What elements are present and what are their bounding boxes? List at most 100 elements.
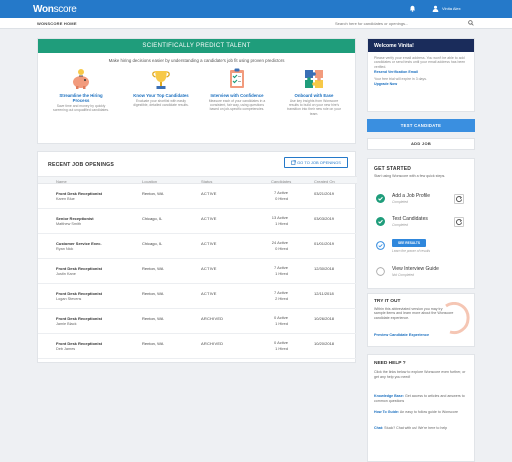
step-status: Not Completed: [392, 273, 414, 277]
feature-title: Streamline the Hiring Process: [59, 93, 103, 103]
table-row[interactable]: Front Desk Receptionist Justin Kane Renton…: [38, 260, 357, 284]
job-location: Renton, WA: [142, 316, 164, 321]
empty-circle-icon: [376, 267, 385, 276]
search-input[interactable]: [335, 20, 477, 27]
help-item-knowledge-base[interactable]: Knowledge Base: Get access to articles a…: [374, 394, 470, 403]
help-item-chat[interactable]: Chat: Stuck? Chat with us! We're here to…: [374, 426, 470, 431]
job-status: ACTIVE: [201, 266, 217, 271]
upgrade-now-link[interactable]: Upgrade Now: [368, 81, 474, 86]
active-count: 7 Active: [273, 290, 288, 295]
hired-count: 0 Hired: [275, 196, 288, 201]
job-status: ACTIVE: [201, 191, 217, 196]
feature-desc: Evaluate your shortlist with easily dige…: [133, 99, 189, 108]
top-nav-bar: Wonscore Vinita Alex: [0, 0, 512, 18]
help-item-how-to-guide[interactable]: How To Guide: An easy to follow guide to…: [374, 410, 470, 415]
help-link-label[interactable]: Knowledge Base:: [374, 394, 404, 398]
bell-icon[interactable]: [409, 5, 416, 12]
recent-job-openings-card: RECENT JOB OPENINGS GO TO JOB OPENINGS N…: [37, 151, 357, 363]
see-results-button[interactable]: SEE RESULTS: [392, 239, 426, 247]
job-location: Renton, WA: [142, 291, 164, 296]
progress-circle-icon: [376, 241, 385, 250]
table-row[interactable]: Customer Service Exec. Ryan Nick Chicago, …: [38, 235, 357, 259]
hired-count: 1 Hired: [275, 271, 288, 276]
job-owner: Jamie Black: [56, 322, 77, 326]
test-candidate-button[interactable]: TEST CANDIDATE: [367, 119, 475, 132]
active-count: 13 Active: [271, 215, 288, 220]
table-row[interactable]: Senior Receptionist Matthew Smith Chicago,…: [38, 210, 357, 234]
go-to-job-openings-button[interactable]: GO TO JOB OPENINGS: [284, 157, 348, 168]
step-title[interactable]: Test Candidates: [392, 216, 428, 222]
active-count: 7 Active: [273, 265, 288, 270]
refresh-button[interactable]: [454, 217, 464, 227]
step-status: Completed: [392, 223, 408, 227]
job-owner: Ryan Nick: [56, 247, 74, 251]
created-on: 10/26/2018: [314, 316, 335, 321]
check-circle-icon: [376, 194, 385, 203]
hired-count: 1 Hired: [275, 221, 288, 226]
piggy-bank-icon: [73, 69, 89, 89]
job-location: Renton, WA: [142, 266, 164, 271]
column-header[interactable]: Status: [201, 179, 212, 184]
preview-candidate-experience-link[interactable]: Preview Candidate Experience: [374, 333, 429, 337]
column-header[interactable]: Location: [142, 179, 157, 184]
verify-email-text: Please verify your email address. You wo…: [374, 56, 466, 69]
active-count: 24 Active: [271, 240, 288, 245]
hired-count: 2 Hired: [275, 296, 288, 301]
job-title[interactable]: Front Desk Receptionist: [56, 291, 102, 296]
jobs-heading: RECENT JOB OPENINGS: [48, 162, 115, 168]
go-button-label: GO TO JOB OPENINGS: [297, 160, 341, 165]
user-icon[interactable]: [432, 5, 439, 12]
step-add-job-profile: Add a Job Profile Completed: [374, 190, 472, 212]
job-title[interactable]: Front Desk Receptionist: [56, 266, 102, 271]
step-status: Completed: [392, 200, 408, 204]
feature-interview: Interview with Confidence Measure each o…: [208, 67, 266, 112]
feature-desc: Measure each of your candidates in a con…: [208, 99, 266, 112]
refresh-button[interactable]: [454, 194, 464, 204]
feature-desc: Use key insights from Wonscore results t…: [287, 99, 341, 116]
external-link-icon: [291, 159, 296, 165]
table-row[interactable]: Front Desk Receptionist Karen Blue Renton,…: [38, 185, 357, 209]
column-header[interactable]: Candidates: [271, 179, 291, 184]
job-title[interactable]: Front Desk Receptionist: [56, 316, 102, 321]
refresh-icon: [455, 219, 463, 226]
job-title[interactable]: Senior Receptionist: [56, 216, 94, 221]
job-title[interactable]: Front Desk Receptionist: [56, 191, 102, 196]
help-link-label[interactable]: Chat:: [374, 426, 383, 430]
job-location: Chicago, IL: [142, 216, 163, 221]
get-started-card: GET STARTED Start using Wonscore with a …: [367, 158, 475, 289]
search-icon[interactable]: [468, 20, 474, 26]
get-started-desc: Start using Wonscore with a few quick st…: [374, 174, 446, 178]
need-help-heading: NEED HELP ?: [374, 361, 406, 366]
need-help-card: NEED HELP ? Click the links below to exp…: [367, 354, 475, 462]
table-row[interactable]: Front Desk Receptionist Jamie Black Renton…: [38, 310, 357, 334]
column-header[interactable]: Name: [56, 179, 67, 184]
feature-streamline: Streamline the Hiring Process Save time …: [52, 67, 110, 112]
add-job-button[interactable]: ADD JOB: [367, 138, 475, 150]
breadcrumb-home[interactable]: WONSCORE HOME: [37, 21, 77, 26]
job-title[interactable]: Front Desk Receptionist: [56, 341, 102, 346]
wonscore-logo[interactable]: Wonscore: [33, 4, 77, 15]
job-owner: Logan Stevens: [56, 297, 82, 301]
job-owner: Matthew Smith: [56, 222, 82, 226]
job-owner: Justin Kane: [56, 272, 76, 276]
step-title[interactable]: View Interview Guide: [392, 266, 439, 272]
job-status: ACTIVE: [201, 241, 217, 246]
hero-subtitle: Make hiring decisions easier by understa…: [108, 58, 285, 63]
feature-title: Interview with Confidence: [210, 93, 264, 98]
user-name[interactable]: Vinita Alex: [442, 6, 461, 11]
created-on: 03/03/2019: [314, 216, 335, 221]
active-count: 7 Active: [273, 190, 288, 195]
column-header[interactable]: Created On: [314, 179, 335, 184]
table-row[interactable]: Front Desk Receptionist Logan Stevens Rent…: [38, 285, 357, 309]
feature-title: Know Your Top Candidates: [133, 93, 189, 98]
created-on: 10/20/2018: [314, 341, 335, 346]
table-row[interactable]: Front Desk Receptionist Deb James Renton, …: [38, 335, 357, 359]
help-link-label[interactable]: How To Guide:: [374, 410, 399, 414]
step-title[interactable]: Add a Job Profile: [392, 193, 430, 199]
feature-title: Onboard with Ease: [294, 93, 334, 98]
help-link-desc: Stuck? Chat with us! We're here to help: [383, 426, 448, 430]
welcome-card: Welcome Vinita! Please verify your email…: [367, 38, 475, 112]
feature-desc: Save time and money by quickly screening…: [53, 104, 109, 113]
trial-expiry-text: Your free trial will expire in 3 days.: [374, 77, 427, 82]
job-title[interactable]: Customer Service Exec.: [56, 241, 102, 246]
